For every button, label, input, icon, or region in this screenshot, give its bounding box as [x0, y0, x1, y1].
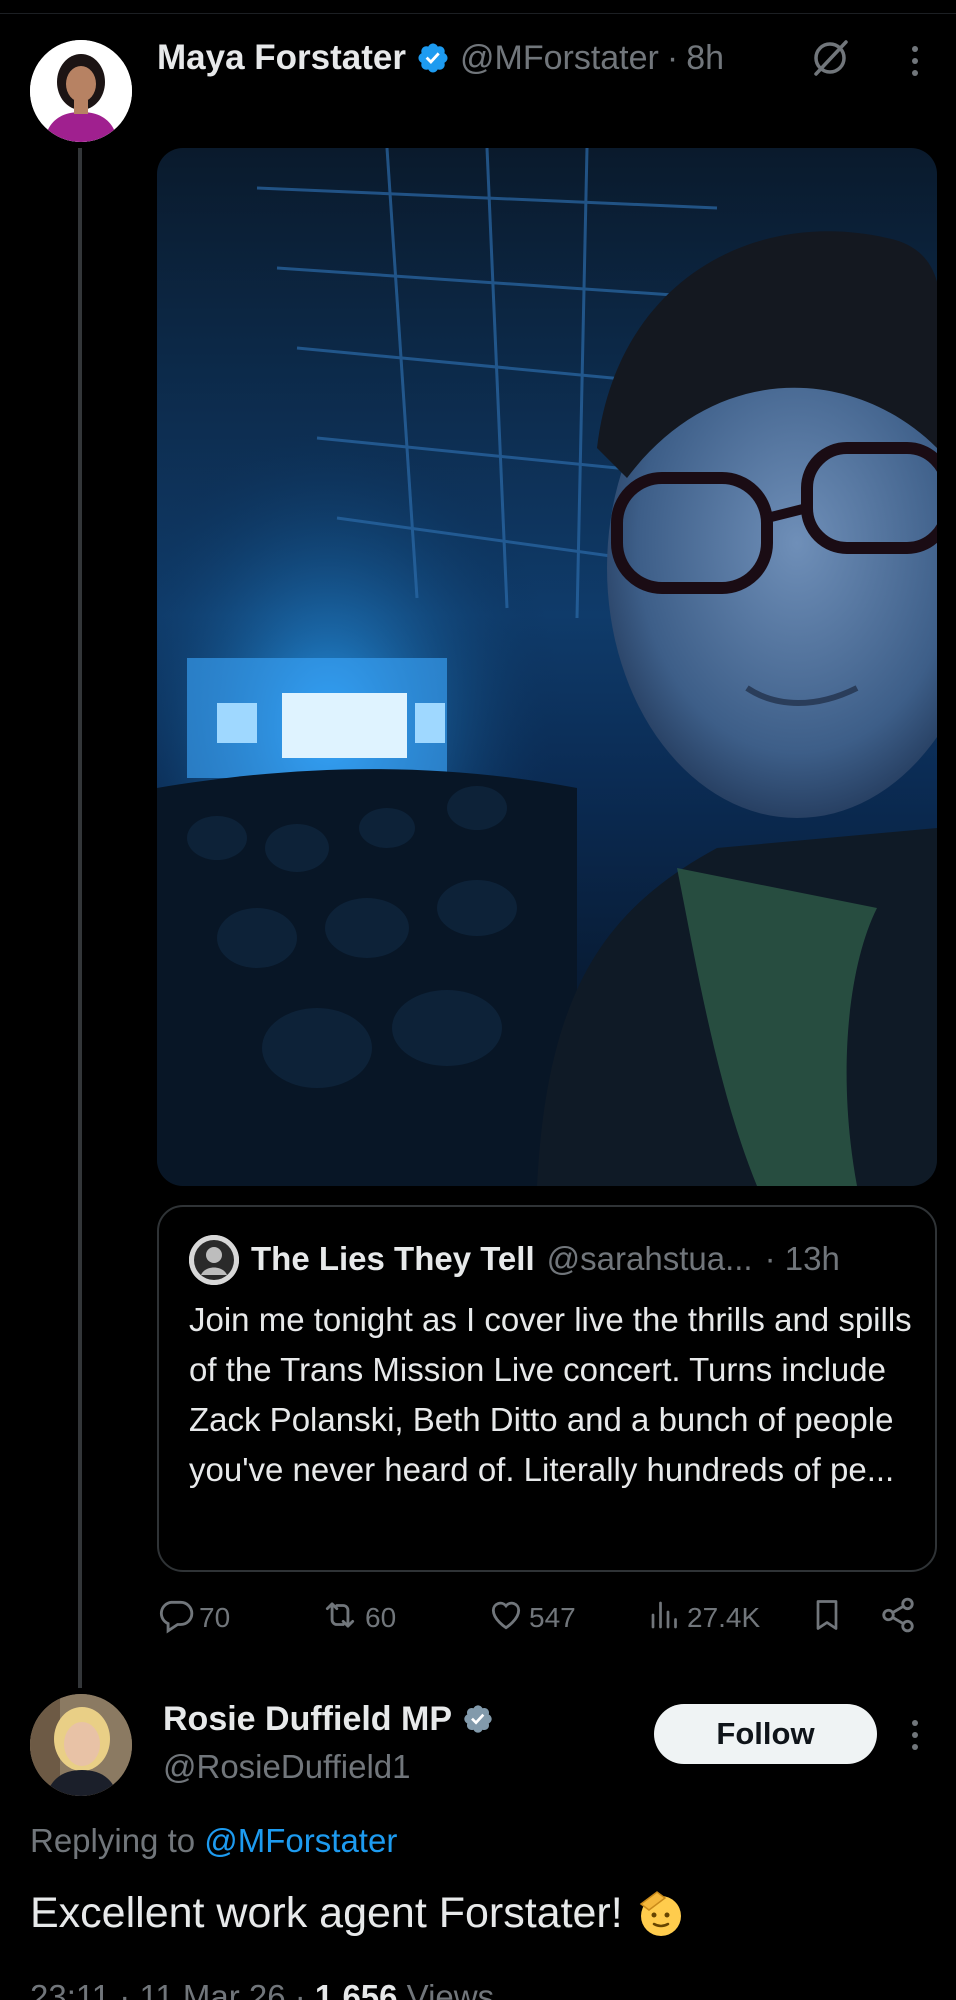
- reply-body: Excellent work agent Forstater!: [30, 1888, 685, 1938]
- reply-views-count: 1,656: [314, 1978, 398, 2000]
- repost-icon: [319, 1596, 365, 1641]
- top-divider: [0, 13, 956, 14]
- heart-icon: [487, 1596, 529, 1641]
- saluting-face-emoji: [635, 1888, 685, 1938]
- reply-meta: 23:11 · 11 Mar 26 · 1,656 Views: [30, 1978, 494, 2000]
- views-count: 27.4K: [687, 1602, 761, 1633]
- tweet-header: Maya Forstater @MForstater · 8h: [157, 34, 724, 82]
- reply-avatar[interactable]: [30, 1694, 132, 1796]
- reply-count: 70: [199, 1602, 231, 1633]
- quoted-time: · 13h: [764, 1240, 840, 1277]
- author-handle[interactable]: @MForstater: [460, 39, 659, 78]
- share-button[interactable]: [879, 1590, 921, 1646]
- share-icon: [879, 1596, 921, 1641]
- like-count: 547: [529, 1602, 576, 1633]
- like-button[interactable]: 547: [487, 1590, 576, 1646]
- more-vertical-icon[interactable]: [906, 44, 924, 83]
- views-icon: [647, 1597, 687, 1640]
- reply-text: Excellent work agent Forstater!: [30, 1888, 623, 1937]
- verified-badge-icon: [462, 1703, 494, 1735]
- reply-header: Rosie Duffield MP @RosieDuffield1: [163, 1694, 504, 1786]
- repost-count: 60: [365, 1602, 397, 1633]
- action-bar: 70 60 547 27.4K: [157, 1590, 937, 1646]
- grok-icon[interactable]: [808, 36, 852, 85]
- bookmark-icon: [809, 1596, 849, 1641]
- quoted-author-name: The Lies They Tell: [251, 1240, 535, 1277]
- replying-prefix: Replying to: [30, 1822, 196, 1859]
- avatar[interactable]: [30, 40, 132, 142]
- reply-icon: [157, 1596, 199, 1641]
- thread-line: [78, 148, 82, 1688]
- quoted-text: Join me tonight as I cover live the thri…: [189, 1301, 912, 1488]
- views-button[interactable]: 27.4K: [647, 1590, 760, 1646]
- repost-button[interactable]: 60: [319, 1590, 396, 1646]
- quoted-tweet[interactable]: The Lies They Tell @sarahstua... · 13h J…: [157, 1205, 937, 1572]
- tweet-photo[interactable]: [157, 148, 937, 1186]
- replying-to-link[interactable]: @MForstater: [204, 1822, 397, 1859]
- author-name[interactable]: Maya Forstater: [157, 38, 406, 78]
- more-vertical-icon[interactable]: [906, 1718, 924, 1757]
- reply-author-name[interactable]: Rosie Duffield MP: [163, 1700, 452, 1739]
- reply-button[interactable]: 70: [157, 1590, 230, 1646]
- tweet-time[interactable]: 8h: [686, 39, 724, 78]
- reply-views-label: Views: [397, 1978, 495, 2000]
- verified-badge-icon: [416, 41, 450, 75]
- quoted-header: The Lies They Tell @sarahstua... · 13h: [251, 1231, 840, 1287]
- quoted-avatar[interactable]: [189, 1235, 239, 1285]
- separator-dot: ·: [666, 38, 679, 77]
- quoted-author-handle: @sarahstua...: [546, 1240, 753, 1277]
- reply-author-handle[interactable]: @RosieDuffield1: [163, 1748, 504, 1786]
- reply-timestamp: 23:11 · 11 Mar 26 ·: [30, 1978, 315, 2000]
- replying-to-line: Replying to @MForstater: [30, 1822, 397, 1860]
- bookmark-button[interactable]: [809, 1590, 849, 1646]
- follow-button[interactable]: Follow: [654, 1704, 877, 1764]
